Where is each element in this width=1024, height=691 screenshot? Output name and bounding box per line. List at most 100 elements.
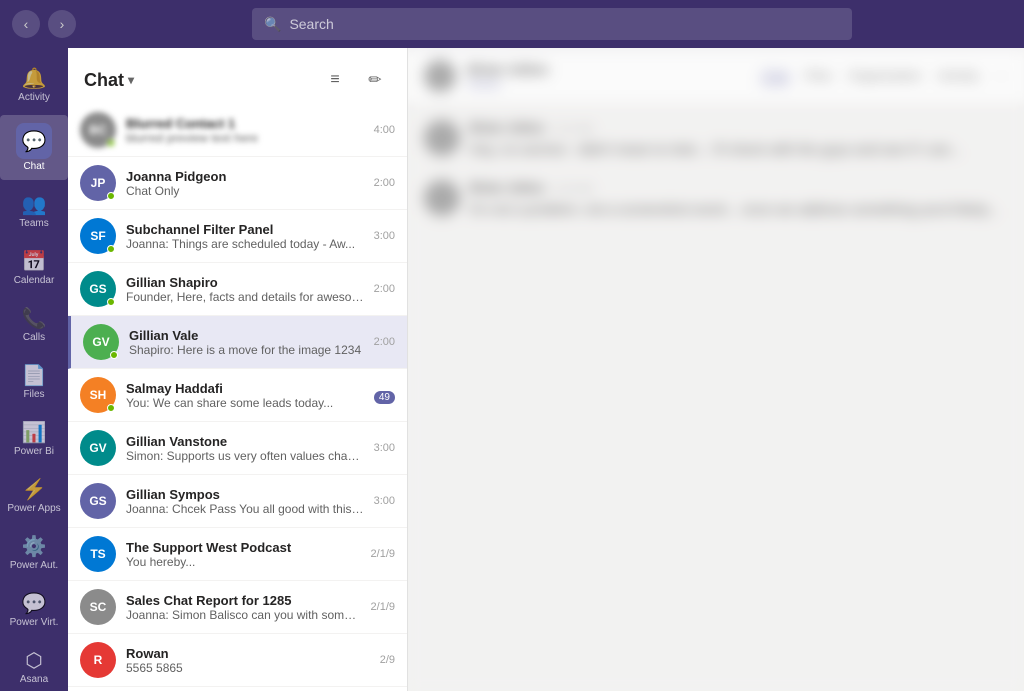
message-sender: Brian Julius <box>470 120 544 135</box>
chat-list-item[interactable]: F Files 2/9 <box>68 687 407 691</box>
chat-list-panel: Chat ▾ ≡ ✏ BC Blurred Contact 1 blurred … <box>68 48 408 691</box>
message-text-2: It's not a problem, not a screenshot eve… <box>470 199 1008 220</box>
message-header: Brian Julius 1:21 AM <box>470 120 1008 135</box>
chat-list-item[interactable]: JP Joanna Pidgeon Chat Only 2:00 <box>68 157 407 210</box>
avatar-initials: GV <box>89 441 106 455</box>
avatar: R <box>80 642 116 678</box>
chat-meta: 2/1/9 <box>371 548 395 560</box>
powerautomate-icon: ⚙️ <box>22 534 46 558</box>
chat-list-item[interactable]: SF Subchannel Filter Panel Joanna: Thing… <box>68 210 407 263</box>
chat-list-item[interactable]: GV Gillian Vanstone Simon: Supports us v… <box>68 422 407 475</box>
chat-list-item[interactable]: R Rowan 5565 5865 2/9 <box>68 634 407 687</box>
chat-preview: 5565 5865 <box>126 661 370 675</box>
chat-list-item[interactable]: GS Gillian Sympos Joanna: Chcek Pass You… <box>68 475 407 528</box>
chat-meta: 2:00 <box>374 177 395 189</box>
avatar: TS <box>80 536 116 572</box>
chat-header-info: Brian Julius Active <box>468 61 749 91</box>
chat-info: The Support West Podcast You hereby... <box>126 540 361 569</box>
chat-time: 2/9 <box>380 654 395 666</box>
message-avatar-2 <box>424 180 460 216</box>
chat-preview: Shapiro: Here is a move for the image 12… <box>129 343 364 357</box>
search-icon: 🔍 <box>264 16 281 33</box>
search-bar[interactable]: 🔍 <box>252 8 852 40</box>
sidebar-item-powervirtual[interactable]: 💬 Power Virt. <box>0 583 68 636</box>
chat-info: Gillian Sympos Joanna: Chcek Pass You al… <box>126 487 364 516</box>
contact-avatar <box>424 60 456 92</box>
avatar-initials: SF <box>90 229 105 243</box>
message-text: Hey, no worries - didn't mean to inter..… <box>470 139 1008 160</box>
sidebar-item-calls-label: Calls <box>23 332 45 343</box>
sidebar-item-files[interactable]: 📄 Files <box>0 355 68 408</box>
sidebar-item-calls[interactable]: 📞 Calls <box>0 298 68 351</box>
sidebar-item-activity[interactable]: 🔔 Activity <box>0 58 68 111</box>
search-input[interactable] <box>289 16 840 32</box>
chat-header: Brian Julius Active Chat Files Organizat… <box>408 48 1024 104</box>
back-button[interactable]: ‹ <box>12 10 40 38</box>
message-group: Brian Julius 1:21 AM Hey, no worries - d… <box>424 120 1008 160</box>
unread-badge: 49 <box>374 391 395 404</box>
chat-name: Gillian Vale <box>129 328 364 343</box>
sidebar-item-asana[interactable]: ⬡ Asana <box>0 640 68 691</box>
chat-list-item[interactable]: TS The Support West Podcast You hereby..… <box>68 528 407 581</box>
chat-time: 2/1/9 <box>371 548 395 560</box>
message-content-2: Brian Julius 1:22 AM It's not a problem,… <box>470 180 1008 220</box>
tab-activity[interactable]: Activity <box>938 68 979 83</box>
chat-icon: 💬 <box>22 129 46 153</box>
chat-name: Sales Chat Report for 1285 <box>126 593 361 608</box>
avatar-initials: SC <box>90 600 107 614</box>
sidebar-item-chat-label: Chat <box>23 161 44 172</box>
tab-chat[interactable]: Chat <box>761 67 788 84</box>
chat-list-item[interactable]: BC Blurred Contact 1 blurred preview tex… <box>68 104 407 157</box>
chat-header-tabs: Chat Files Organization Activity ··· <box>761 67 1008 84</box>
sidebar-item-chat[interactable]: 💬 Chat <box>0 115 68 180</box>
avatar: GS <box>80 271 116 307</box>
avatar: SC <box>80 589 116 625</box>
compose-button[interactable]: ✏ <box>359 64 391 96</box>
tab-organization[interactable]: Organization <box>848 68 922 83</box>
online-indicator <box>107 298 115 306</box>
chat-info: Joanna Pidgeon Chat Only <box>126 169 364 198</box>
chat-name: Subchannel Filter Panel <box>126 222 364 237</box>
message-avatar <box>424 120 460 156</box>
chat-time: 2/1/9 <box>371 601 395 613</box>
avatar: SH <box>80 377 116 413</box>
chat-preview: You: We can share some leads today... <box>126 396 364 410</box>
top-bar: ‹ › 🔍 <box>0 0 1024 48</box>
chat-time: 2:00 <box>374 336 395 348</box>
sidebar-item-powerbi-label: Power Bi <box>14 446 54 457</box>
avatar-initials: GS <box>89 282 106 296</box>
sidebar-nav: 🔔 Activity 💬 Chat 👥 Teams 📅 Calendar 📞 C… <box>0 48 68 691</box>
tab-files[interactable]: Files <box>805 68 832 83</box>
tab-more[interactable]: ··· <box>995 68 1008 83</box>
forward-button[interactable]: › <box>48 10 76 38</box>
avatar: GV <box>83 324 119 360</box>
chat-preview: Joanna: Chcek Pass You all good with thi… <box>126 502 364 516</box>
chat-list-item[interactable]: SC Sales Chat Report for 1285 Joanna: Si… <box>68 581 407 634</box>
chat-list-item[interactable]: GS Gillian Shapiro Founder, Here, facts … <box>68 263 407 316</box>
chat-list-item[interactable]: GV Gillian Vale Shapiro: Here is a move … <box>68 316 407 369</box>
chat-time: 3:00 <box>374 442 395 454</box>
calls-icon: 📞 <box>22 306 46 330</box>
chat-name: Gillian Sympos <box>126 487 364 502</box>
message-time-2: 1:22 AM <box>552 183 592 195</box>
chat-name: Salmay Haddafi <box>126 381 364 396</box>
files-icon: 📄 <box>22 363 46 387</box>
chat-list-title[interactable]: Chat ▾ <box>84 70 134 91</box>
chat-messages: Brian Julius 1:21 AM Hey, no worries - d… <box>408 104 1024 691</box>
sidebar-item-asana-label: Asana <box>20 674 48 685</box>
sidebar-item-powerautomate[interactable]: ⚙️ Power Aut. <box>0 526 68 579</box>
chat-preview: You hereby... <box>126 555 361 569</box>
filter-button[interactable]: ≡ <box>319 64 351 96</box>
sidebar-item-calendar[interactable]: 📅 Calendar <box>0 241 68 294</box>
chevron-down-icon: ▾ <box>128 73 134 87</box>
sidebar-item-calendar-label: Calendar <box>14 275 55 286</box>
sidebar-item-powerbi[interactable]: 📊 Power Bi <box>0 412 68 465</box>
avatar: GV <box>80 430 116 466</box>
chat-info: Sales Chat Report for 1285 Joanna: Simon… <box>126 593 361 622</box>
avatar: SF <box>80 218 116 254</box>
sidebar-item-powerapps[interactable]: ⚡ Power Apps <box>0 469 68 522</box>
chat-name: Joanna Pidgeon <box>126 169 364 184</box>
chat-meta: 2:00 <box>374 336 395 348</box>
sidebar-item-teams[interactable]: 👥 Teams <box>0 184 68 237</box>
chat-list-item[interactable]: SH Salmay Haddafi You: We can share some… <box>68 369 407 422</box>
